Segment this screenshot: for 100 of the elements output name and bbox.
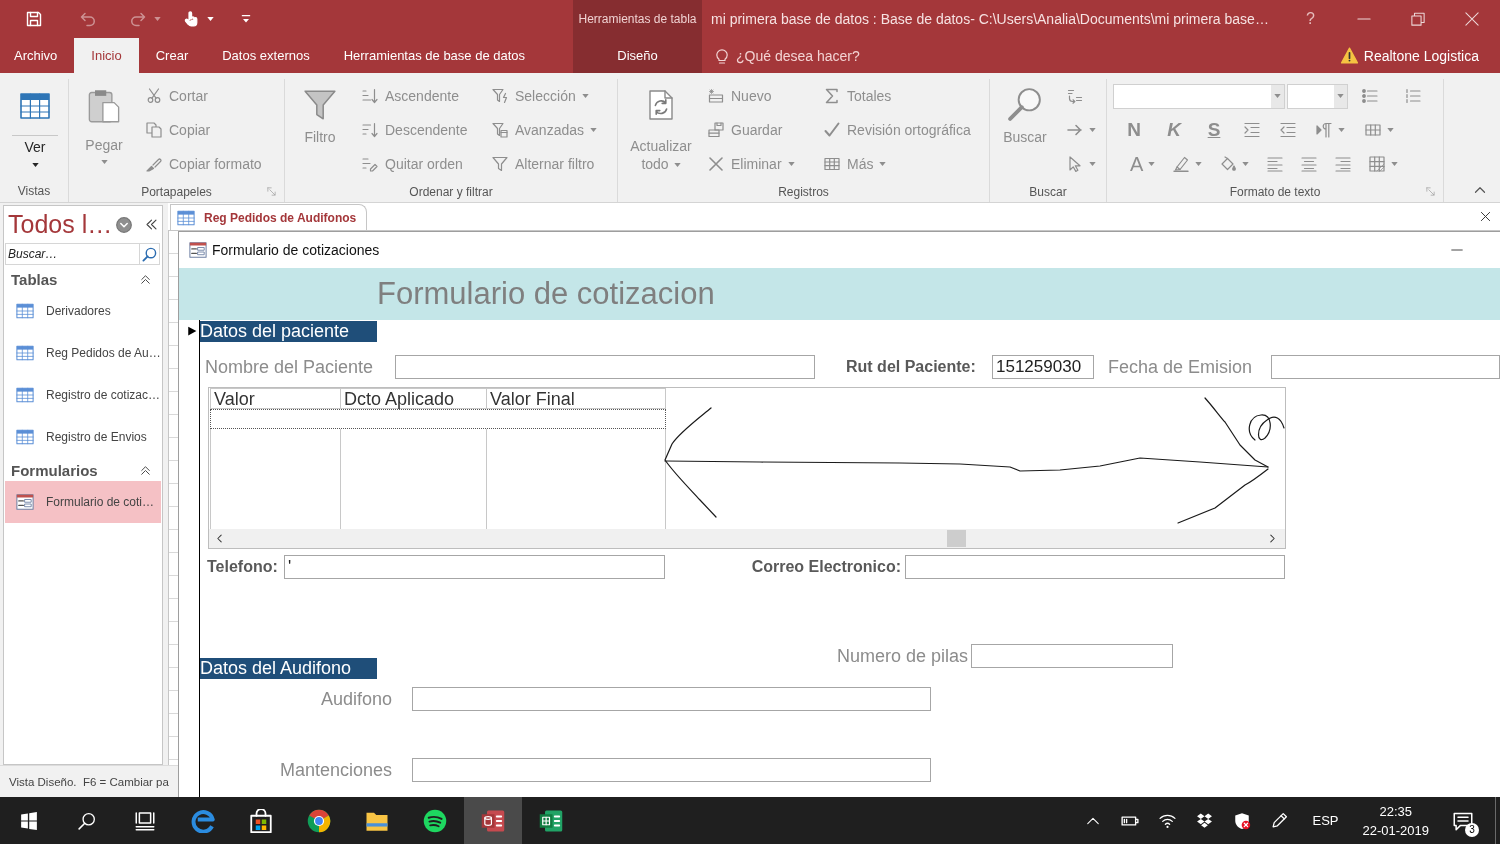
search-field[interactable]: Buscar… [5, 243, 140, 265]
section-header[interactable]: Formularios [4, 459, 162, 481]
window-title: mi primera base de datos : Base de datos- C:\Users\Analia\Documents\mi primera base… [711, 11, 1269, 27]
nav-item[interactable]: Derivadores [5, 290, 161, 332]
start-icon [20, 811, 38, 830]
group-label: Formato de texto [1229, 184, 1321, 199]
restore-icon[interactable] [1411, 12, 1425, 26]
nav-item[interactable]: Registro de Envios [5, 416, 161, 458]
search-button[interactable] [140, 243, 160, 265]
battery-count-field[interactable] [971, 644, 1173, 668]
new-record-row[interactable] [210, 409, 666, 429]
message-bubble-icon[interactable] [1453, 810, 1473, 831]
document-tab[interactable]: Reg Pedidos de Audifonos [170, 204, 368, 230]
ribbon-tab[interactable]: Datos externos [205, 38, 327, 73]
caret-icon [31, 163, 39, 167]
field-label: Audifono [320, 688, 392, 710]
ribbon-tab[interactable]: Inicio [74, 38, 139, 73]
ribbon-tab[interactable]: Archivo [0, 38, 75, 73]
nav-item[interactable]: Reg Pedidos de Au… [5, 332, 161, 374]
view-button[interactable]: Ver [12, 88, 58, 167]
sort-bars-arrow-icon [362, 88, 378, 104]
pen-icon[interactable] [1271, 812, 1289, 829]
caret-icon [207, 17, 214, 21]
floppy-disk-icon[interactable] [26, 11, 42, 27]
double-chevron-left-icon[interactable] [145, 218, 159, 231]
column-header[interactable]: Valor [210, 388, 341, 409]
issue-date-field[interactable] [1271, 355, 1500, 379]
caret-icon [1337, 94, 1344, 98]
account-name[interactable]: Realtone Logistica [1363, 47, 1479, 64]
caret-icon [879, 162, 887, 166]
customize-menu-icon[interactable] [240, 13, 252, 25]
caret-icon [1338, 128, 1345, 132]
group-label: Buscar [1029, 184, 1067, 199]
table-icon [16, 344, 34, 362]
hand-pointer-icon[interactable] [183, 11, 199, 27]
section-header[interactable]: Tablas [4, 268, 162, 290]
help-button[interactable]: ? [1306, 10, 1315, 28]
caret-icon [581, 94, 589, 98]
language-indicator[interactable]: ESP [1312, 813, 1339, 828]
wifi-icon[interactable] [1159, 812, 1177, 829]
form-icon [16, 493, 34, 511]
patient-name-field[interactable] [395, 355, 815, 379]
spreadsheet-app-icon [539, 808, 563, 833]
checkmark-icon [824, 122, 840, 138]
table-icon [16, 386, 34, 404]
search-icon [78, 811, 96, 830]
field-label: Nombre del Paciente [205, 356, 374, 378]
ribbon-tab[interactable]: Diseño [600, 38, 675, 73]
group-label: Registros [778, 184, 829, 199]
warning-icon [1340, 47, 1358, 64]
table-icon [824, 156, 840, 172]
scrollbar-thumb[interactable] [947, 530, 966, 547]
caret-icon [1387, 128, 1394, 132]
paint-bucket-icon [1220, 156, 1237, 172]
funnel-icon [303, 88, 337, 122]
replace-arrow-icon [1067, 88, 1083, 104]
field-label: Fecha de Emision [1108, 356, 1253, 378]
caret-icon [673, 163, 681, 168]
sigma-icon [824, 88, 840, 104]
phone-field[interactable]: ' [284, 555, 665, 579]
shield-icon[interactable] [1233, 811, 1252, 830]
clock-time[interactable]: 22:35 [1379, 801, 1412, 821]
navigation-pane-title[interactable]: Todos l… [8, 210, 113, 239]
contextual-group-label: Herramientas de tabla [578, 12, 697, 26]
nav-item[interactable]: Registro de cotizac… [5, 374, 161, 416]
circle-caret-icon[interactable] [116, 216, 133, 233]
group-label: Vistas [17, 184, 51, 198]
clock-date[interactable]: 22-01-2019 [1362, 820, 1429, 840]
field-label: Mantenciones [279, 759, 392, 781]
close-icon[interactable] [1480, 211, 1491, 222]
table-icon [16, 428, 34, 446]
clipboard-icon [86, 88, 122, 124]
chevron-up-icon[interactable] [1474, 184, 1486, 196]
horizontal-scrollbar[interactable] [209, 529, 1285, 548]
chevron-left-icon[interactable] [215, 534, 224, 543]
shaded-grid-icon [1369, 156, 1386, 172]
maintenance-field[interactable] [412, 758, 931, 782]
ribbon-tab[interactable]: Herramientas de base de datos [326, 38, 543, 73]
nav-item[interactable]: Formulario de coti… [5, 481, 161, 523]
lightbulb-icon [714, 47, 730, 64]
table-icon [177, 208, 195, 227]
bullet-list-icon [1362, 88, 1378, 104]
ribbon-tab[interactable]: Crear [138, 38, 206, 73]
section-label: Datos del paciente [200, 321, 377, 342]
rut-field[interactable]: 151259030 [992, 355, 1094, 379]
ink-scribble [1248, 414, 1285, 441]
hearing-aid-field[interactable] [412, 687, 931, 711]
column-header[interactable]: Valor Final [487, 388, 666, 409]
field-label: Rut del Paciente: [846, 358, 976, 376]
field-label: Numero de pilas [836, 645, 968, 668]
email-field[interactable] [905, 555, 1285, 579]
caret-icon [590, 128, 597, 132]
taskbar-button[interactable] [464, 797, 522, 844]
row-sparkle-icon [708, 88, 724, 104]
paragraph-arrow-icon [1316, 122, 1332, 138]
tell-me-field[interactable]: ¿Qué desea hacer? [736, 47, 876, 64]
chevron-right-icon[interactable] [1268, 534, 1277, 543]
diamonds-icon[interactable] [1196, 812, 1214, 829]
column-header[interactable]: Dcto Aplicado [341, 388, 487, 409]
triangle-icon[interactable] [187, 325, 197, 337]
